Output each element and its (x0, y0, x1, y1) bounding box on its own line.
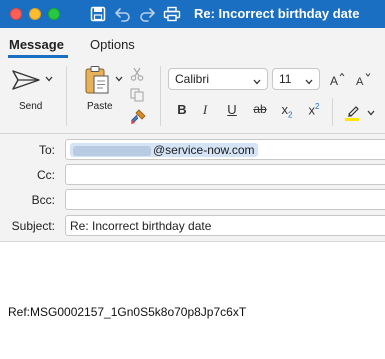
bcc-label: Bcc: (31, 193, 55, 207)
save-icon[interactable] (88, 4, 108, 24)
grow-font-icon[interactable]: A (330, 71, 346, 87)
svg-text:A: A (356, 76, 364, 86)
bcc-field[interactable] (65, 189, 385, 210)
chevron-down-icon (253, 74, 261, 88)
subject-row: Subject: Re: Incorrect birthday date (0, 215, 385, 237)
to-label: To: (38, 143, 55, 157)
subscript-button[interactable]: x2 (276, 102, 298, 120)
ribbon-separator (66, 66, 67, 126)
italic-button[interactable]: I (194, 102, 216, 118)
highlight-chevron-icon[interactable] (366, 108, 376, 118)
undo-icon[interactable] (113, 4, 133, 24)
font-name-value: Calibri (175, 72, 210, 86)
message-header: To: @service-now.com Cc: Bcc: Subject: R… (0, 134, 385, 242)
superscript-button[interactable]: x2 (303, 102, 325, 117)
print-icon[interactable] (162, 4, 182, 24)
recipient-token[interactable]: @service-now.com (70, 143, 258, 157)
ribbon-tabs: Message Options (0, 28, 385, 58)
send-button[interactable]: Send (19, 101, 42, 112)
tab-message[interactable]: Message (9, 37, 64, 52)
font-name-select[interactable]: Calibri (168, 68, 268, 90)
redo-icon[interactable] (137, 4, 157, 24)
svg-text:A: A (330, 74, 338, 86)
title-bar: Re: Incorrect birthday date (0, 0, 385, 28)
underline-button[interactable]: U (221, 102, 243, 117)
ribbon-separator (160, 66, 161, 126)
send-options-chevron-icon[interactable] (44, 74, 54, 84)
cut-icon[interactable] (129, 66, 145, 82)
cc-row: Cc: (0, 164, 385, 186)
bcc-row: Bcc: (0, 189, 385, 211)
copy-icon[interactable] (129, 87, 145, 103)
close-window-button[interactable] (10, 8, 22, 20)
to-field[interactable]: @service-now.com (65, 139, 385, 160)
bold-button[interactable]: B (171, 102, 193, 117)
message-body[interactable]: Ref:MSG0002157_1Gn0S5k8o70p8Jp7c6xT (0, 243, 385, 359)
subject-field[interactable]: Re: Incorrect birthday date (65, 215, 385, 236)
redacted-name (73, 145, 151, 156)
font-size-value: 11 (279, 72, 292, 86)
subject-label: Subject: (11, 219, 55, 233)
paste-options-chevron-icon[interactable] (114, 74, 124, 84)
recipient-address: @service-now.com (153, 143, 255, 157)
send-icon[interactable] (10, 68, 42, 92)
format-painter-icon[interactable] (129, 108, 147, 126)
minimize-window-button[interactable] (29, 8, 41, 20)
strikethrough-button[interactable]: ab (249, 102, 271, 116)
to-row: To: @service-now.com (0, 139, 385, 161)
chevron-down-icon (305, 74, 313, 88)
ribbon-toolbar: Send Paste Calibri 11 A A B I U ab x2 x2 (0, 58, 385, 134)
shrink-font-icon[interactable]: A (356, 71, 372, 87)
highlight-icon[interactable] (342, 102, 362, 122)
tab-options[interactable]: Options (90, 37, 135, 52)
window-title: Re: Incorrect birthday date (194, 6, 360, 21)
reference-line: Ref:MSG0002157_1Gn0S5k8o70p8Jp7c6xT (8, 305, 247, 319)
paste-icon[interactable] (82, 64, 112, 96)
cc-label: Cc: (37, 168, 55, 182)
paste-button[interactable]: Paste (87, 101, 113, 112)
cc-field[interactable] (65, 164, 385, 185)
ribbon-separator (332, 98, 333, 126)
zoom-window-button[interactable] (48, 8, 60, 20)
font-size-select[interactable]: 11 (272, 68, 320, 90)
